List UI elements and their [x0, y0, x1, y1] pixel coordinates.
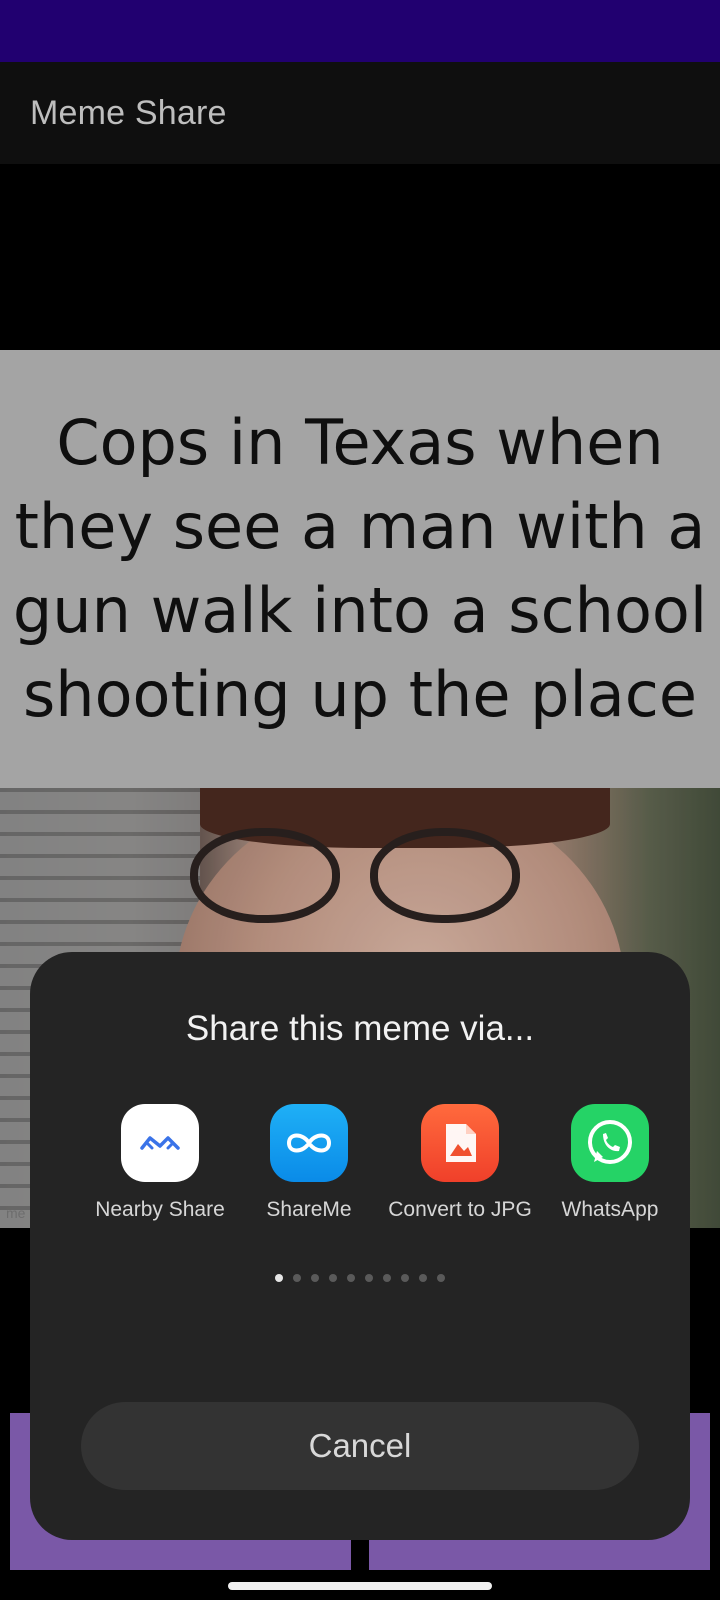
nearby-share-icon [121, 1104, 199, 1182]
share-sheet-title: Share this meme via... [185, 1009, 535, 1048]
share-target-whatsapp[interactable]: WhatsApp [535, 1104, 685, 1223]
page-dot [419, 1274, 427, 1282]
page-dot [293, 1274, 301, 1282]
share-target-nearby-share[interactable]: Nearby Share [85, 1104, 235, 1223]
share-target-label: ShareMe [266, 1198, 352, 1221]
page-dot [365, 1274, 373, 1282]
share-page-indicator [0, 1274, 720, 1282]
shareme-icon [270, 1104, 348, 1182]
page-dot [329, 1274, 337, 1282]
convert-jpg-icon [421, 1104, 499, 1182]
page-dot [437, 1274, 445, 1282]
page-dot [401, 1274, 409, 1282]
share-target-label: Convert to JPG [388, 1198, 532, 1221]
cancel-button[interactable]: Cancel [81, 1402, 639, 1490]
page-dot [347, 1274, 355, 1282]
share-target-shareme[interactable]: ShareMe [234, 1104, 384, 1223]
page-dot [311, 1274, 319, 1282]
home-indicator[interactable] [228, 1582, 492, 1590]
share-target-convert-to-jpg[interactable]: Convert to JPG [385, 1104, 535, 1223]
share-target-label: Nearby Share [95, 1198, 225, 1221]
share-target-label: WhatsApp [561, 1198, 659, 1221]
cancel-button-label: Cancel [308, 1427, 412, 1464]
whatsapp-icon [571, 1104, 649, 1182]
page-dot [383, 1274, 391, 1282]
page-dot-active [275, 1274, 283, 1282]
